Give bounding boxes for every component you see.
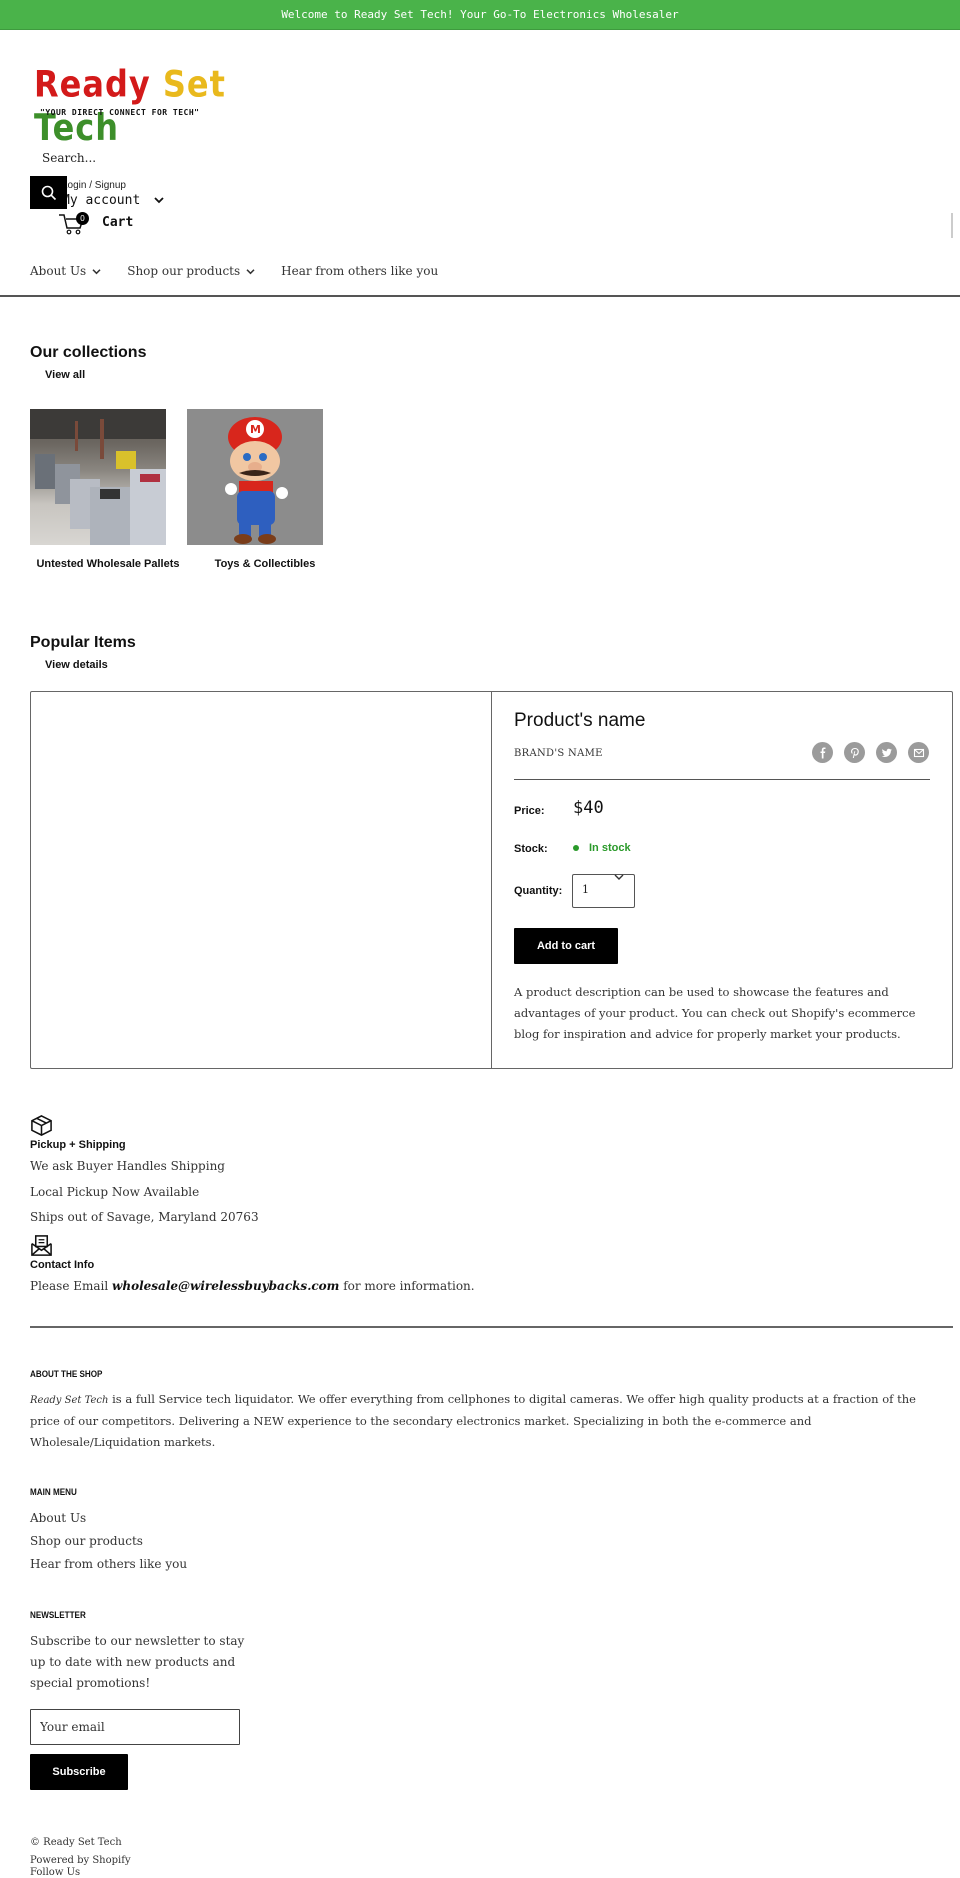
quantity-label: Quantity:: [514, 885, 563, 897]
product-price: $40: [573, 798, 604, 818]
product-brand[interactable]: BRAND'S NAME: [514, 748, 603, 759]
collection-title-pallets[interactable]: Untested Wholesale Pallets: [30, 556, 186, 573]
product-card-divider: [491, 692, 492, 1068]
pickup-shipping-title: Pickup + Shipping: [30, 1139, 126, 1151]
footer-link-hear-from-others[interactable]: Hear from others like you: [30, 1557, 187, 1571]
product-card: Product's name BRAND'S NAME Price: $40 S…: [30, 691, 953, 1069]
stock-label: Stock:: [514, 843, 548, 855]
stock-status: In stock: [573, 842, 631, 854]
nav-divider: [0, 295, 960, 297]
stock-dot-icon: [573, 845, 579, 851]
search-icon: [41, 185, 56, 200]
main-nav: About Us Shop our products Hear from oth…: [30, 264, 438, 278]
contact-info-title: Contact Info: [30, 1259, 95, 1271]
newsletter-text: Subscribe to our newsletter to stay up t…: [30, 1634, 245, 1690]
search-input[interactable]: Search...: [42, 151, 96, 165]
main-menu-heading: MAIN MENU: [30, 1487, 77, 1497]
collection-title-toys[interactable]: Toys & Collectibles: [187, 556, 343, 573]
footer-link-shop-our-products[interactable]: Shop our products: [30, 1534, 143, 1548]
share-buttons: [812, 742, 929, 763]
contact-line: Please Email wholesale@wirelessbuybacks.…: [30, 1279, 475, 1293]
chevron-down-icon: [154, 197, 164, 204]
login-signup-link[interactable]: Login / Signup: [62, 180, 126, 191]
nav-item-hear-from-others[interactable]: Hear from others like you: [281, 264, 438, 278]
warehouse-photo-icon: [30, 409, 166, 545]
scrollbar[interactable]: [951, 213, 953, 238]
cart-count-badge: 0: [76, 212, 89, 225]
chevron-down-icon: [614, 874, 624, 880]
footer-link-about-us[interactable]: About Us: [30, 1511, 86, 1525]
footer-divider: [30, 1326, 953, 1328]
announcement-bar: Welcome to Ready Set Tech! Your Go-To El…: [0, 0, 960, 30]
about-shop-text: Ready Set Tech is a full Service tech li…: [30, 1392, 916, 1449]
product-name[interactable]: Product's name: [514, 710, 645, 732]
nav-item-shop-our-products[interactable]: Shop our products: [127, 264, 255, 278]
feature-line: We ask Buyer Handles Shipping: [30, 1159, 225, 1173]
logo[interactable]: Ready Set Tech "YOUR DIRECT CONNECT FOR …: [30, 62, 256, 149]
product-image-placeholder[interactable]: [31, 692, 491, 1068]
collection-image-pallets[interactable]: [30, 409, 166, 545]
copyright: © Ready Set Tech: [30, 1837, 122, 1848]
facebook-icon[interactable]: [812, 742, 833, 763]
view-details-link[interactable]: View details: [45, 659, 108, 671]
contact-email-link[interactable]: wholesale@wirelessbuybacks.com: [112, 1279, 339, 1293]
svg-text:M: M: [250, 423, 261, 436]
envelope-icon: [31, 1235, 52, 1256]
cart-link[interactable]: Cart: [102, 215, 133, 230]
about-brand: Ready Set Tech: [30, 1395, 109, 1406]
about-shop-heading: ABOUT THE SHOP: [30, 1369, 103, 1379]
chevron-down-icon: [92, 268, 101, 274]
twitter-icon[interactable]: [876, 742, 897, 763]
collections-title: Our collections: [30, 344, 147, 361]
follow-us-heading: Follow Us: [30, 1867, 81, 1878]
newsletter-email-input[interactable]: [30, 1709, 240, 1745]
chevron-down-icon: [246, 268, 255, 274]
feature-line: Ships out of Savage, Maryland 20763: [30, 1210, 259, 1224]
email-icon[interactable]: [908, 742, 929, 763]
logo-tagline: "YOUR DIRECT CONNECT FOR TECH": [40, 108, 200, 117]
price-label: Price:: [514, 805, 545, 817]
collection-image-toys[interactable]: M: [187, 409, 323, 545]
product-description: A product description can be used to sho…: [514, 985, 916, 1041]
product-rule: [514, 779, 930, 780]
my-account-label: My account: [62, 193, 141, 208]
quantity-select[interactable]: 1: [572, 874, 635, 908]
nav-item-about-us[interactable]: About Us: [30, 264, 101, 278]
logo-wordmark: Ready Set Tech: [34, 62, 226, 150]
box-icon: [31, 1115, 52, 1136]
mario-figure-icon: M: [225, 417, 288, 544]
feature-line: Local Pickup Now Available: [30, 1185, 200, 1199]
pinterest-icon[interactable]: [844, 742, 865, 763]
add-to-cart-button[interactable]: Add to cart: [514, 928, 618, 964]
newsletter-heading: NEWSLETTER: [30, 1610, 86, 1620]
my-account-dropdown[interactable]: My account: [62, 193, 164, 208]
powered-by-shopify[interactable]: Powered by Shopify: [30, 1855, 131, 1866]
popular-items-title: Popular Items: [30, 634, 136, 651]
search-button[interactable]: [30, 176, 67, 209]
view-all-link[interactable]: View all: [45, 369, 85, 381]
subscribe-button[interactable]: Subscribe: [30, 1754, 128, 1790]
